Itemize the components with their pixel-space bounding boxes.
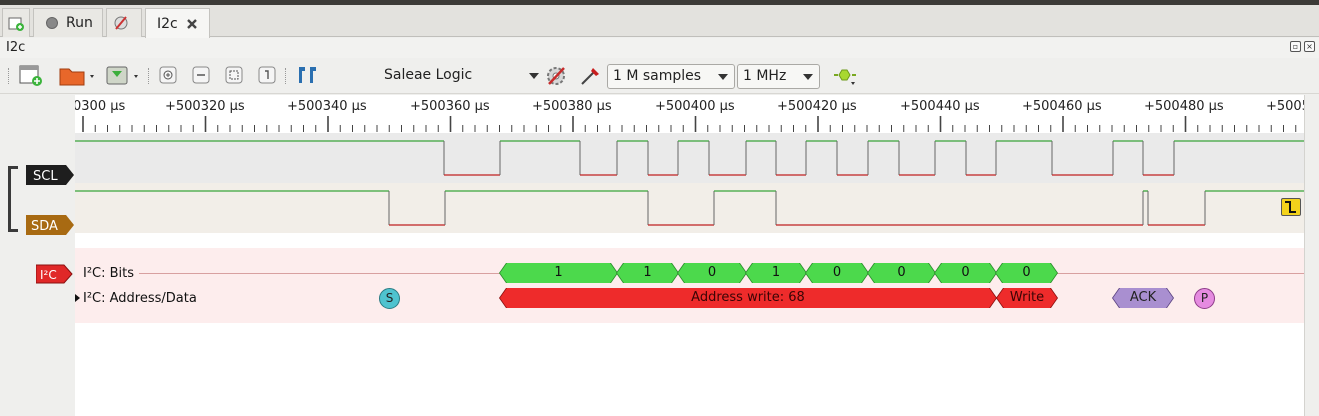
analyzer-settings-icon[interactable] [832,66,860,90]
tab-bar: Run I2c [0,5,1319,38]
toolbar-separator [285,68,287,84]
tab-i2c-label: I2c [157,15,178,32]
i2c-bits-row-label: I²C: Bits [83,266,135,281]
chevron-down-icon [718,74,728,80]
zoom-reset-icon[interactable] [258,66,276,84]
zoom-out-icon[interactable] [192,66,210,84]
vertical-scrollbar[interactable] [1304,95,1319,416]
device-select[interactable]: Saleae Logic [384,67,472,83]
bit-frame[interactable]: 1 [500,263,617,283]
stop-label: P [1200,291,1209,305]
bit-frame[interactable]: 1 [746,263,806,283]
tab-i2c[interactable]: I2c [145,8,210,38]
falling-edge-trigger-icon [1285,201,1296,213]
bit-value: 1 [643,265,652,280]
bit-frame[interactable]: 0 [868,263,935,283]
restore-icon[interactable]: ▫ [1290,41,1301,52]
open-folder-icon[interactable] [58,64,98,88]
device-settings-icon[interactable] [543,62,571,90]
tab-new[interactable] [2,8,30,37]
tab-run-label: Run [66,15,93,31]
expand-triangle-icon[interactable] [75,294,80,302]
ack-frame[interactable]: ACK [1113,288,1173,308]
address-write-label: Address write: 68 [691,290,805,305]
channel-group-bracket [8,166,18,232]
address-write-frame[interactable]: Address write: 68 [500,288,996,308]
toolbar: Saleae Logic 1 M samples 1 MHz [0,58,1319,94]
waveform-view: 0300 µs +500320 µs +500340 µs +500360 µs +50… [0,95,1319,416]
panel-title: I2c [6,40,26,55]
bit-value: 0 [707,265,717,280]
logic-analyzer-window: Run I2c I2c ▫ × Saleae Logic 1 M samples… [0,0,1319,416]
zoom-fit-icon[interactable] [225,66,243,84]
bit-value: 0 [897,265,906,280]
settings-tool-icon [114,16,128,30]
bit-frame[interactable]: 0 [935,263,996,283]
bit-frame[interactable]: 0 [996,263,1057,283]
start-marker[interactable]: S [379,288,400,309]
bit-frame[interactable]: 0 [806,263,868,283]
bit-frame[interactable]: 1 [617,263,678,283]
bit-value: 0 [1022,265,1031,280]
sample-count-select[interactable]: 1 M samples [607,64,735,89]
close-panel-icon[interactable]: × [1304,41,1315,52]
toolbar-grip [8,68,10,84]
bit-value: 0 [832,265,842,280]
zoom-in-icon[interactable] [159,66,177,84]
device-dropdown-chevron-icon[interactable] [528,72,540,80]
i2c-address-data-row-label: I²C: Address/Data [83,291,197,306]
sda-channel-tag[interactable]: SDA [26,215,76,235]
write-frame[interactable]: Write [997,288,1057,308]
panel-title-bar: I2c ▫ × [0,38,1319,58]
new-tab-icon [8,17,24,31]
bit-frame[interactable]: 0 [678,263,746,283]
chevron-down-icon [803,74,813,80]
toolbar-separator [148,68,150,84]
save-export-icon[interactable] [104,64,144,88]
new-capture-icon[interactable] [18,64,44,88]
record-icon [46,17,58,29]
tab-settings[interactable] [106,8,142,37]
sample-count-value: 1 M samples [613,68,702,84]
sda-tag-label: SDA [31,219,58,234]
i2c-analyzer-tag[interactable]: I²C [36,264,76,284]
tab-run[interactable]: Run [33,8,103,37]
sample-rate-value: 1 MHz [743,68,787,84]
start-label: S [385,291,394,305]
ack-label: ACK [1129,290,1157,305]
bits-row-line [1057,273,1304,274]
trigger-marker[interactable] [1281,198,1301,216]
close-icon[interactable] [185,17,199,31]
bit-value: 1 [771,265,781,280]
bits-row-line [139,273,500,274]
waveform-traces [75,140,1304,226]
write-label: Write [1009,290,1045,305]
bit-value: 1 [554,265,563,280]
sample-rate-select[interactable]: 1 MHz [737,64,820,89]
i2c-tag-label: I²C [40,268,57,282]
scl-tag-label: SCL [33,169,58,184]
scl-channel-tag[interactable]: SCL [26,165,76,185]
bit-value: 0 [961,265,970,280]
stop-marker[interactable]: P [1194,288,1215,309]
markers-icon[interactable] [296,65,322,85]
probe-icon[interactable] [578,62,604,88]
